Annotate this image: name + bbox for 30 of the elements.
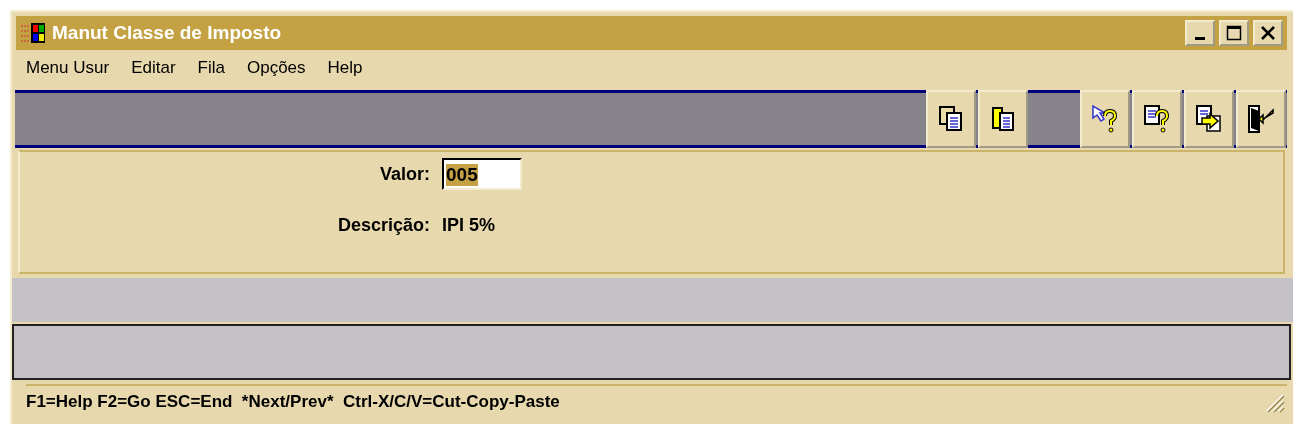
menu-item[interactable]: Fila: [197, 58, 225, 80]
minimize-button[interactable]: [1185, 20, 1215, 46]
field-label: Valor:: [379, 163, 430, 185]
help-document-icon: [1143, 104, 1171, 134]
help-pointer-icon: [1091, 104, 1119, 134]
menu-item[interactable]: Menu Usur: [26, 58, 110, 80]
field-label: Descrição:: [337, 214, 430, 236]
document-arrow-icon: [1195, 104, 1223, 134]
menu-item[interactable]: Editar: [131, 58, 176, 80]
maximize-icon: [1226, 25, 1242, 41]
minimize-icon: [1195, 36, 1205, 40]
toolbar-button[interactable]: [926, 90, 976, 148]
menu-item[interactable]: Help: [327, 58, 363, 80]
copy-icon: [938, 105, 964, 133]
menu-item[interactable]: Opções: [246, 58, 306, 80]
field-value: IPI 5%: [442, 214, 497, 236]
paste-icon: [990, 105, 1016, 133]
exit-door-icon: [1247, 104, 1275, 134]
status-text: F1=Help F2=Go ESC=End *Next/Prev* Ctrl-X/C/V=Cut-Copy-Paste: [26, 392, 561, 412]
maximize-button[interactable]: [1219, 20, 1249, 46]
toolbar-button[interactable]: [1184, 90, 1234, 148]
window-title: Manut Classe de Imposto: [52, 22, 283, 44]
close-icon: [1260, 25, 1276, 41]
toolbar-button[interactable]: [1080, 90, 1130, 148]
close-button[interactable]: [1253, 20, 1283, 46]
app-icon: [20, 22, 46, 44]
input-field[interactable]: 005: [442, 158, 522, 190]
toolbar-button[interactable]: [978, 90, 1028, 148]
toolbar-button[interactable]: [1236, 90, 1286, 148]
toolbar-button[interactable]: [1132, 90, 1182, 148]
